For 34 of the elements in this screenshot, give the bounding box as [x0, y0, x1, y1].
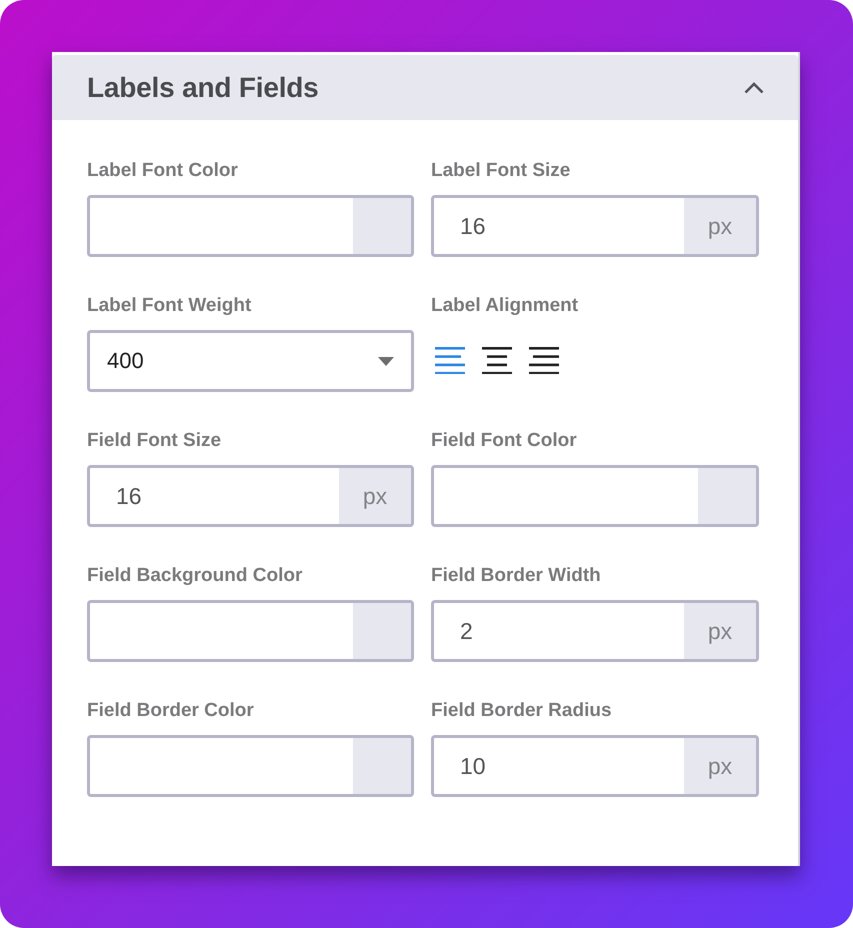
field-label: Field Font Color: [431, 429, 577, 453]
field-label: Field Border Width: [431, 564, 601, 588]
unit-label: px: [684, 738, 756, 794]
field-label: Label Alignment: [431, 294, 578, 318]
align-center-icon[interactable]: [482, 346, 512, 374]
color-field[interactable]: [431, 465, 759, 527]
unit-label: px: [684, 603, 756, 659]
dropdown-select[interactable]: 400: [87, 330, 414, 392]
align-left-icon[interactable]: [435, 346, 465, 374]
unit-label: px: [684, 198, 756, 254]
chevron-up-icon[interactable]: [744, 82, 764, 94]
unit-label: px: [339, 468, 411, 524]
field-label: Field Font Size: [87, 429, 222, 453]
color-swatch-icon[interactable]: [353, 738, 411, 794]
color-swatch-icon[interactable]: [353, 198, 411, 254]
field-label: Label Font Size: [431, 159, 570, 183]
panel-title: Labels and Fields: [87, 72, 319, 104]
number-field[interactable]: 10 px: [431, 735, 759, 797]
color-field[interactable]: [87, 195, 414, 257]
field-label: Field Border Color: [87, 699, 254, 723]
panel-header[interactable]: Labels and Fields: [52, 55, 798, 120]
color-field[interactable]: [87, 600, 414, 662]
field-label: Field Background Color: [87, 564, 302, 588]
caret-icon: [378, 356, 394, 366]
color-field[interactable]: [87, 735, 414, 797]
color-swatch-icon[interactable]: [698, 468, 756, 524]
color-swatch-icon[interactable]: [353, 603, 411, 659]
align-right-icon[interactable]: [529, 346, 559, 374]
number-field[interactable]: 16 px: [87, 465, 414, 527]
field-label: Label Font Color: [87, 159, 238, 183]
number-field[interactable]: 2 px: [431, 600, 759, 662]
field-label: Field Border Radius: [431, 699, 612, 723]
field-label: Label Font Weight: [87, 294, 252, 318]
number-field[interactable]: 16 px: [431, 195, 759, 257]
